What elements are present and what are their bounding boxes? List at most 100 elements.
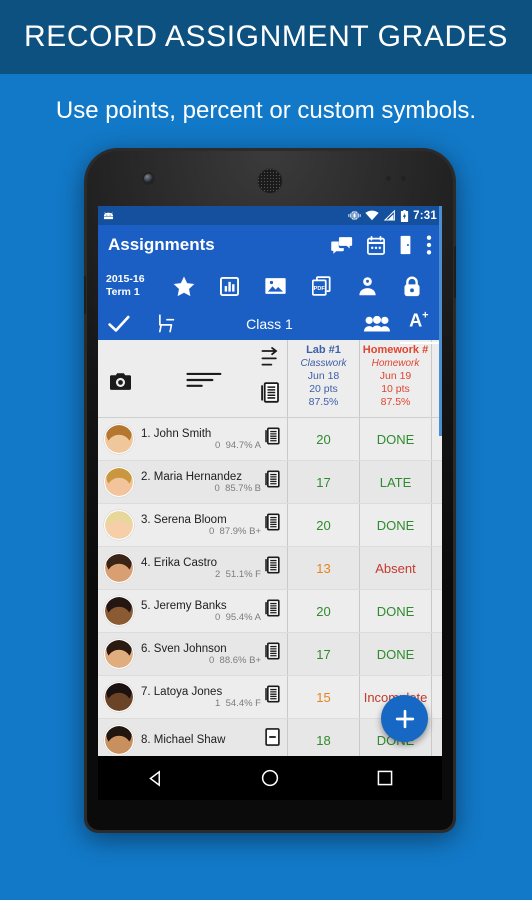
grid-header-column-homework[interactable]: Homework # Homework Jun 19 10 pts 87.5%: [360, 340, 432, 417]
photo-icon[interactable]: [265, 277, 286, 295]
grade-cell[interactable]: 20: [288, 590, 360, 632]
student-name-cell[interactable]: 8. Michael Shaw: [98, 719, 288, 756]
group-people-icon[interactable]: [364, 315, 390, 332]
signal-icon: [383, 210, 396, 221]
tab-grade-scale[interactable]: A +: [400, 309, 442, 344]
overflow-menu-icon[interactable]: [426, 235, 432, 255]
table-row[interactable]: 1. John Smith 0 94.7% A 20 DONE: [98, 418, 442, 461]
notes-icon[interactable]: [265, 470, 280, 488]
student-name-cell[interactable]: 5. Jeremy Banks 0 95.4% A: [98, 590, 288, 632]
grade-cell[interactable]: 17: [288, 633, 360, 675]
grade-cell[interactable]: 13: [288, 547, 360, 589]
grade-cell[interactable]: Absent: [360, 547, 432, 589]
avatar[interactable]: [104, 424, 134, 454]
avatar[interactable]: [104, 510, 134, 540]
student-name-cell[interactable]: 3. Serena Bloom 0 87.9% B+: [98, 504, 288, 546]
grade-cell[interactable]: DONE: [360, 590, 432, 632]
person-pin-icon[interactable]: [358, 276, 377, 296]
svg-text:PDF: PDF: [313, 286, 325, 292]
add-button[interactable]: [381, 695, 428, 742]
battery-charging-icon: [400, 209, 409, 222]
term-name: Term 1: [106, 286, 140, 298]
svg-text:+: +: [422, 310, 428, 322]
svg-text:A: A: [409, 310, 422, 329]
chat-bubbles-icon[interactable]: [331, 236, 353, 254]
earpiece-speaker-icon: [257, 168, 283, 194]
notes-icon[interactable]: [265, 427, 280, 445]
notes-icon[interactable]: [265, 599, 280, 617]
pdf-icon[interactable]: PDF: [311, 276, 333, 296]
column-date: Jun 18: [307, 370, 340, 382]
avatar[interactable]: [104, 639, 134, 669]
grade-cell[interactable]: DONE: [360, 418, 432, 460]
grade-cell[interactable]: 18: [288, 719, 360, 756]
volume-button[interactable]: [84, 276, 86, 314]
grade-cell[interactable]: 20: [288, 418, 360, 460]
promo-subhead: Use points, percent or custom symbols.: [55, 97, 477, 124]
student-name-cell[interactable]: 7. Latoya Jones 1 54.4% F: [98, 676, 288, 718]
back-triangle-icon[interactable]: [147, 769, 164, 787]
avatar-photo: [105, 425, 133, 453]
calendar-icon[interactable]: [367, 235, 385, 255]
avatar-photo: [105, 726, 133, 754]
grade-cell[interactable]: 20: [288, 504, 360, 546]
checkmark-icon[interactable]: [108, 315, 130, 333]
desk-chair-icon[interactable]: [156, 314, 175, 333]
wifi-icon: [365, 210, 379, 221]
app-bar-row-class: Class 1 A +: [98, 307, 442, 344]
avatar[interactable]: [104, 553, 134, 583]
phone-screen: 7:31 Assignments 2015-16 Term 1 PDF Clas…: [98, 206, 442, 756]
notes-icon[interactable]: [265, 642, 280, 660]
table-row[interactable]: 5. Jeremy Banks 0 95.4% A 20 DONE: [98, 590, 442, 633]
grade-cell[interactable]: 15: [288, 676, 360, 718]
avatar-photo: [105, 640, 133, 668]
bar-chart-icon[interactable]: [220, 276, 240, 296]
column-title: Homework #: [362, 344, 429, 356]
grade-cell[interactable]: 17: [288, 461, 360, 503]
avatar[interactable]: [104, 596, 134, 626]
notes-icon[interactable]: [265, 685, 280, 703]
recents-square-icon[interactable]: [377, 770, 393, 786]
grade-cell[interactable]: DONE: [360, 504, 432, 546]
grade-cell[interactable]: LATE: [360, 461, 432, 503]
android-status-bar: 7:31: [98, 206, 442, 225]
table-row[interactable]: 3. Serena Bloom 0 87.9% B+ 20 DONE: [98, 504, 442, 547]
vibrate-icon: [348, 210, 361, 221]
page-title: Assignments: [108, 235, 215, 254]
vertical-scrollbar[interactable]: [439, 206, 442, 436]
student-name-cell[interactable]: 1. John Smith 0 94.7% A: [98, 418, 288, 460]
avatar-photo: [105, 554, 133, 582]
avatar-photo: [105, 511, 133, 539]
notes-icon[interactable]: [261, 381, 279, 403]
camera-icon[interactable]: [110, 373, 131, 390]
sort-arrow-icon[interactable]: [261, 347, 278, 369]
door-icon[interactable]: [399, 235, 412, 255]
student-name-cell[interactable]: 2. Maria Hernandez 0 85.7% B: [98, 461, 288, 503]
avatar[interactable]: [104, 467, 134, 497]
column-points: 20 pts: [309, 383, 338, 395]
term-year: 2015-16: [106, 273, 145, 285]
note-minus-icon[interactable]: [265, 728, 280, 746]
student-name-cell[interactable]: 4. Erika Castro 2 51.1% F: [98, 547, 288, 589]
grid-header-name-column: [98, 340, 288, 417]
grade-cell[interactable]: DONE: [360, 633, 432, 675]
sort-lines-icon[interactable]: [186, 372, 222, 388]
avatar[interactable]: [104, 682, 134, 712]
android-navigation-bar: [98, 756, 442, 800]
notes-icon[interactable]: [265, 513, 280, 531]
student-name-cell[interactable]: 6. Sven Johnson 0 88.6% B+: [98, 633, 288, 675]
avatar[interactable]: [104, 725, 134, 755]
star-icon[interactable]: [173, 276, 195, 297]
notes-icon[interactable]: [265, 556, 280, 574]
class-name-label[interactable]: Class 1: [175, 316, 364, 332]
device-top-area: [84, 148, 456, 206]
table-row[interactable]: 2. Maria Hernandez 0 85.7% B 17 LATE: [98, 461, 442, 504]
column-percent: 87.5%: [380, 396, 411, 408]
table-row[interactable]: 4. Erika Castro 2 51.1% F 13 Absent: [98, 547, 442, 590]
avatar-photo: [105, 683, 133, 711]
grid-header-column-lab1[interactable]: Lab #1 Classwork Jun 18 20 pts 87.5%: [288, 340, 360, 417]
lock-icon[interactable]: [403, 276, 421, 297]
home-circle-icon[interactable]: [261, 769, 279, 787]
table-row[interactable]: 6. Sven Johnson 0 88.6% B+ 17 DONE: [98, 633, 442, 676]
power-button[interactable]: [454, 246, 456, 298]
